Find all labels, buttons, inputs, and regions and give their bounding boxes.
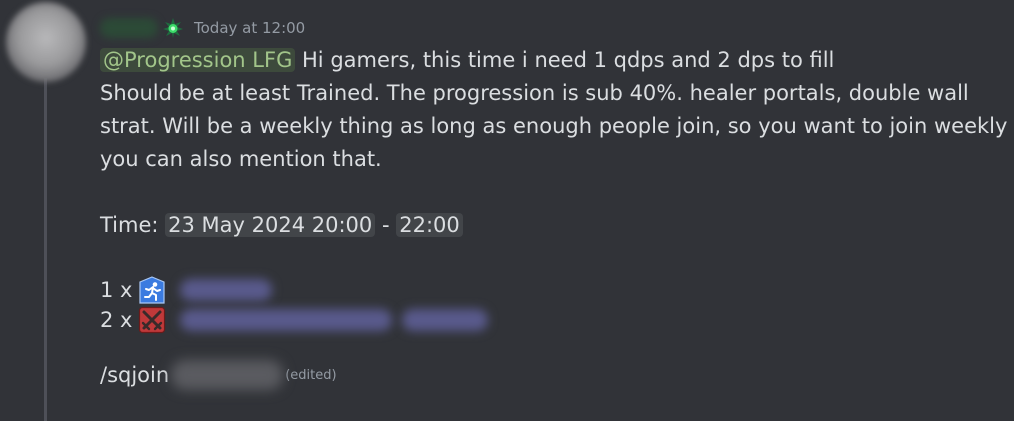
role-count-label: 1 x [100,277,133,302]
role-count-label: 2 x [100,307,133,332]
command-text: /sqjoin [100,362,170,387]
time-line: Time: 23 May 2024 20:00 - 22:00 [100,209,1000,242]
timestamp-end-chip[interactable]: 22:00 [396,213,463,237]
command-args-redacted [171,360,284,390]
dps-crossed-swords-icon [139,306,166,334]
member-name-redacted[interactable] [180,279,273,301]
member-name-redacted[interactable] [402,309,489,331]
member-name-redacted[interactable] [180,309,393,331]
message-line-4: you can also mention that. [100,147,382,171]
timestamp[interactable]: Today at 12:00 [194,19,305,37]
time-separator: - [381,213,390,237]
edited-label[interactable]: (edited) [285,359,336,392]
message-text: Hi gamers, this time i need 1 qdps and 2… [295,48,835,72]
message-header: Today at 12:00 [100,14,305,42]
message-line-2: Should be at least Trained. The progress… [100,81,969,105]
command-line: /sqjoin (edited) [100,355,1000,395]
role-row-dps: 2 x [100,305,1000,335]
qdps-runner-icon [139,276,166,304]
role-row-qdps: 1 x [100,275,1000,305]
username-redacted[interactable] [100,18,158,38]
message-content: @Progression LFG Hi gamers, this time i … [100,44,1008,395]
thread-line [44,78,47,421]
message-line-3: strat. Will be a weekly thing as long as… [100,114,1008,138]
chat-message: Today at 12:00 @Progression LFG Hi gamer… [0,0,1014,421]
timestamp-start-chip[interactable]: 23 May 2024 20:00 [165,213,376,237]
role-badge-icon [163,18,183,38]
time-label: Time: [100,213,159,237]
avatar[interactable] [6,2,86,82]
message-line-1: @Progression LFG Hi gamers, this time i … [100,44,1000,77]
role-mention[interactable]: @Progression LFG [100,48,296,72]
